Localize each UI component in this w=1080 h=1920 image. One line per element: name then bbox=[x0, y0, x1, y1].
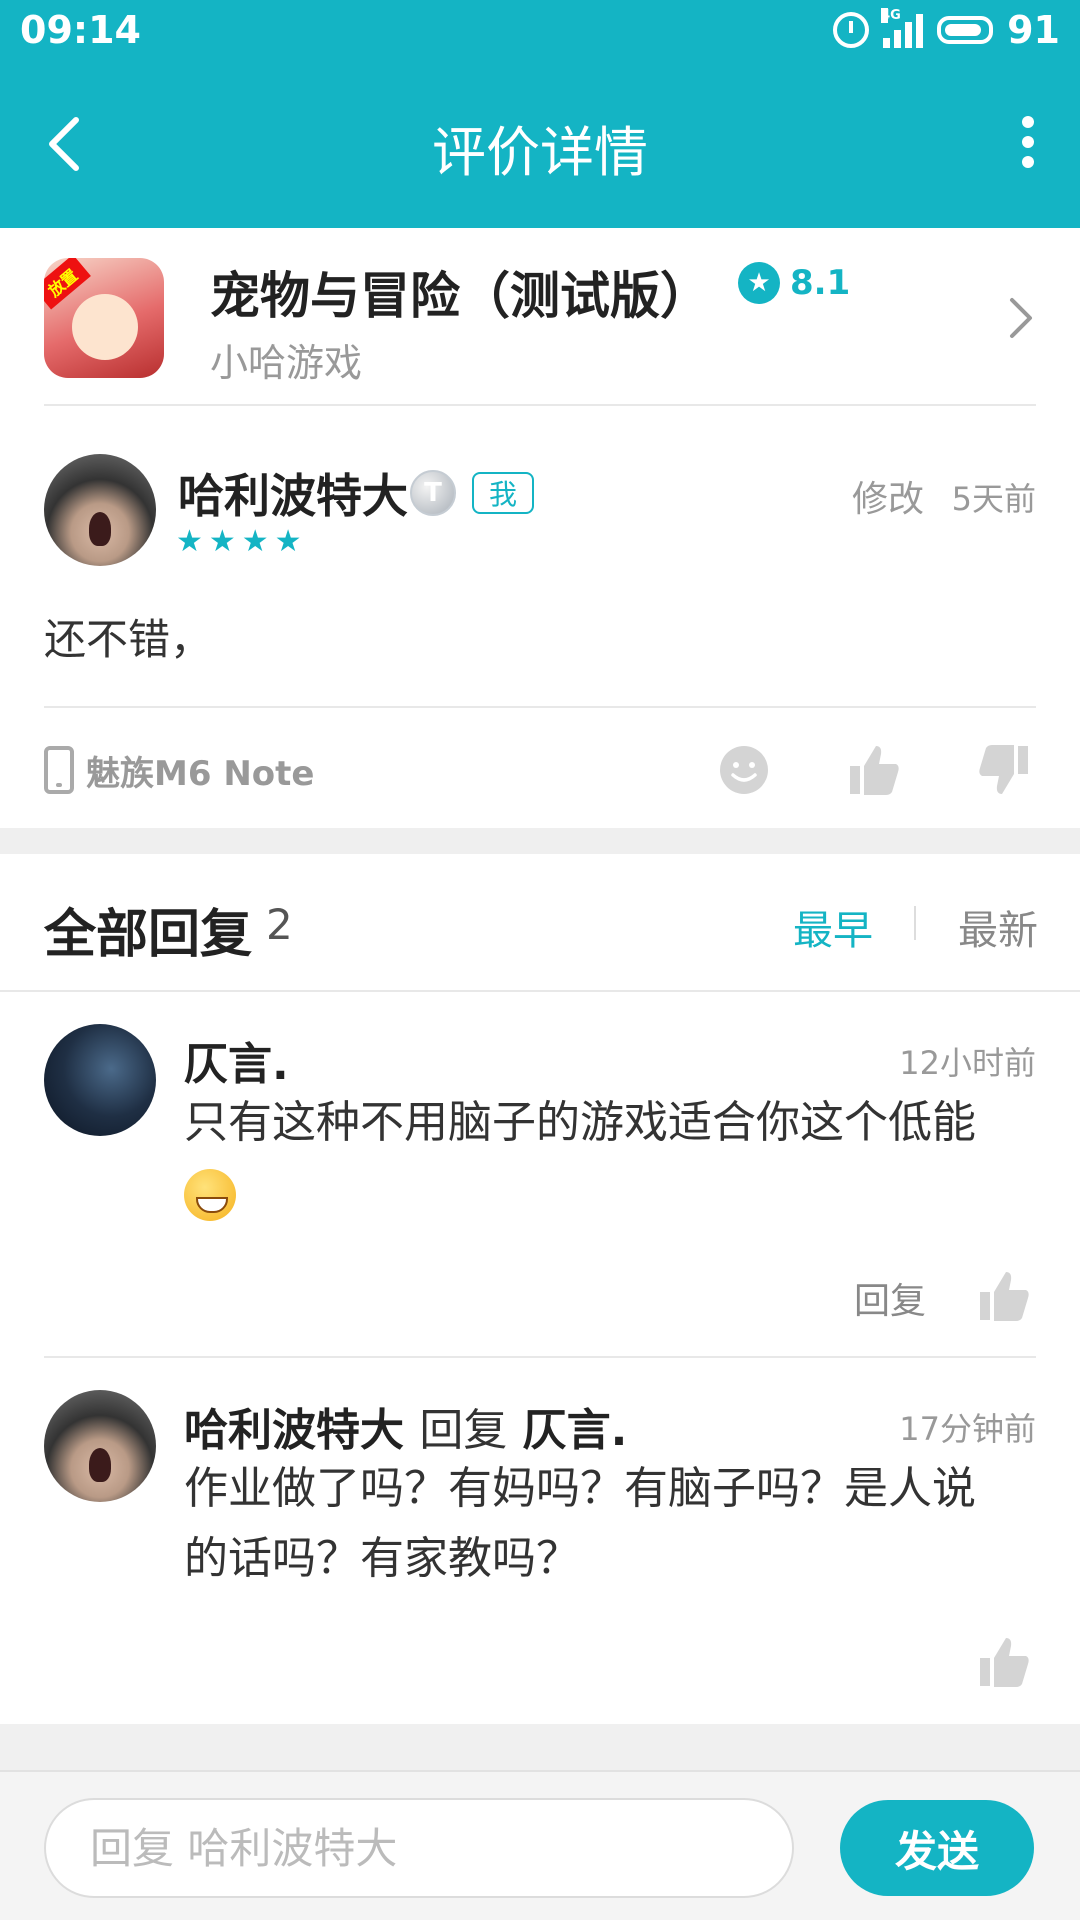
avatar[interactable] bbox=[44, 1024, 156, 1136]
device-info: 魅族M6 Note bbox=[44, 744, 314, 796]
sort-latest-tab[interactable]: 最新 bbox=[958, 898, 1038, 956]
replies-count: 2 bbox=[266, 900, 293, 949]
divider bbox=[44, 706, 1036, 708]
network-type: 4G bbox=[881, 8, 901, 23]
signal-icon: 4G bbox=[881, 8, 924, 48]
thumbs-down-icon[interactable] bbox=[976, 742, 1032, 798]
review-author[interactable]: 哈利波特大 bbox=[178, 460, 408, 526]
reply-text: 只有这种不用脑子的游戏适合你这个低能 bbox=[184, 1088, 1014, 1228]
divider bbox=[0, 990, 1080, 992]
chevron-right-icon bbox=[1010, 298, 1032, 338]
app-rating-value: 8.1 bbox=[790, 263, 851, 303]
top-app-bar: 09:14 4G 91 评价详情 bbox=[0, 0, 1080, 228]
emoji-reaction-icon[interactable] bbox=[716, 742, 772, 798]
app-icon: 放置 bbox=[44, 258, 164, 378]
status-bar: 09:14 4G 91 bbox=[0, 0, 1080, 60]
star-icon: ★ bbox=[738, 262, 780, 304]
status-icons: 4G 91 bbox=[833, 8, 1060, 52]
divider bbox=[914, 906, 916, 940]
reply-author[interactable]: 哈利波特大 bbox=[184, 1405, 404, 1456]
thumbs-up-icon[interactable] bbox=[846, 742, 902, 798]
edit-button[interactable]: 修改 bbox=[852, 470, 924, 522]
reply-button[interactable]: 回复 bbox=[854, 1272, 926, 1324]
reply-composer: 发送 bbox=[0, 1770, 1080, 1920]
app-developer: 小哈游戏 bbox=[210, 341, 363, 385]
review-content: 还不错， bbox=[44, 615, 213, 664]
section-separator bbox=[0, 828, 1080, 854]
me-badge: 我 bbox=[472, 472, 534, 514]
reply-text-content: 只有这种不用脑子的游戏适合你这个低能 bbox=[184, 1097, 976, 1148]
sort-earliest-tab[interactable]: 最早 bbox=[793, 898, 873, 956]
reply-target[interactable]: 仄言. bbox=[523, 1405, 628, 1456]
alarm-icon bbox=[833, 12, 870, 48]
reply-text: 作业做了吗？有妈吗？有脑子吗？是人说的话吗？有家教吗？ bbox=[184, 1463, 976, 1584]
status-time: 09:14 bbox=[20, 8, 141, 52]
divider bbox=[44, 1356, 1036, 1358]
thumbs-up-icon[interactable] bbox=[976, 1268, 1032, 1324]
reply-input[interactable] bbox=[44, 1798, 794, 1898]
battery-icon bbox=[937, 16, 994, 44]
page-title: 评价详情 bbox=[432, 121, 648, 184]
replies-title: 全部回复 bbox=[44, 905, 253, 965]
device-name: 魅族M6 Note bbox=[86, 753, 315, 794]
level-badge: T bbox=[410, 470, 456, 516]
reply-time: 12小时前 bbox=[899, 1044, 1036, 1082]
review-time: 5天前 bbox=[951, 480, 1036, 518]
send-button[interactable]: 发送 bbox=[840, 1800, 1034, 1896]
reply-header: 哈利波特大 回复 仄言. bbox=[184, 1394, 627, 1458]
app-info-row[interactable]: 放置 宠物与冒险（测试版） ★ 8.1 小哈游戏 bbox=[0, 228, 1080, 406]
reply-to-label: 回复 bbox=[419, 1405, 508, 1456]
avatar[interactable] bbox=[44, 1390, 156, 1502]
phone-icon bbox=[44, 746, 74, 794]
divider bbox=[44, 404, 1036, 406]
review-stars: ★★★★ bbox=[176, 524, 308, 559]
reply-time: 17分钟前 bbox=[899, 1410, 1036, 1448]
thumbs-up-icon[interactable] bbox=[976, 1634, 1032, 1690]
grinning-face-icon bbox=[184, 1169, 236, 1221]
app-rating: ★ 8.1 bbox=[738, 262, 850, 304]
more-options-icon[interactable] bbox=[1016, 116, 1040, 168]
reply-author[interactable]: 仄言. bbox=[184, 1028, 289, 1092]
avatar[interactable] bbox=[44, 454, 156, 566]
app-name: 宠物与冒险（测试版） bbox=[210, 267, 710, 325]
section-separator bbox=[0, 1724, 1080, 1770]
battery-level: 91 bbox=[1007, 8, 1060, 52]
